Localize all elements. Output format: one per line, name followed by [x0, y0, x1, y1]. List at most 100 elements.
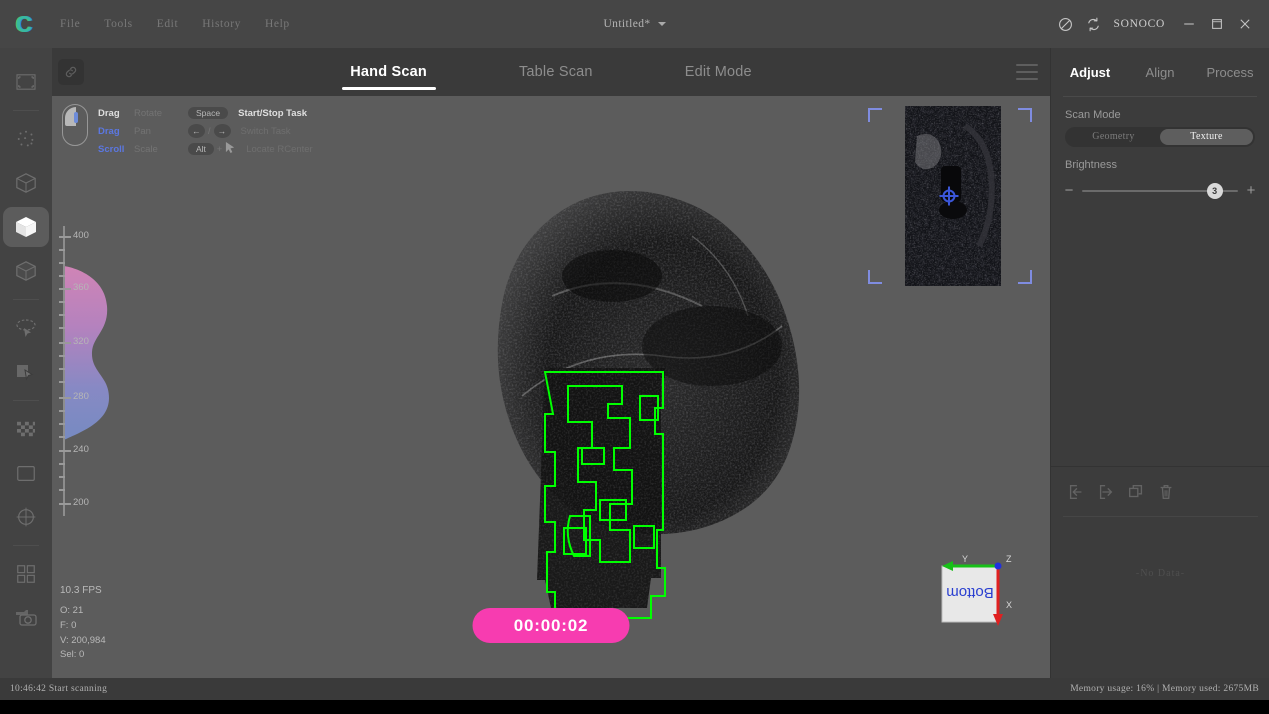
viewport-3d[interactable]: Drag Rotate Space Start/Stop Task Drag P…	[52, 96, 1050, 678]
histogram-label: 400	[73, 230, 89, 241]
histogram-major-tick	[59, 236, 71, 238]
scan-mode-texture[interactable]: Texture	[1160, 129, 1253, 145]
export-icon[interactable]	[1095, 481, 1117, 503]
tab-hand-scan[interactable]: Hand Scan	[304, 48, 473, 96]
scan-timer-button[interactable]: 00:00:02	[472, 608, 630, 643]
plane-select-icon[interactable]	[6, 352, 46, 392]
chevron-down-icon[interactable]	[657, 22, 666, 26]
empty-list-placeholder: -No Data-	[1135, 568, 1186, 579]
svg-text:Y: Y	[962, 554, 968, 564]
tab-align[interactable]: Align	[1125, 65, 1195, 80]
title-bar: C File Tools Edit History Help Untitled*	[0, 0, 1269, 48]
menu-item-file[interactable]: File	[48, 14, 92, 34]
brightness-slider-row: − 3 +	[1063, 183, 1257, 199]
left-toolbar	[0, 48, 52, 678]
solid-cube-icon[interactable]	[3, 207, 49, 247]
menu-bar: File Tools Edit History Help	[48, 14, 302, 34]
wireframe-cube-icon[interactable]	[6, 163, 46, 203]
histogram-minor-tick	[59, 301, 65, 303]
document-title[interactable]: Untitled*	[603, 18, 650, 30]
hamburger-icon[interactable]	[1016, 64, 1038, 80]
memory-status: Memory usage: 16% | Memory used: 2675MB	[1070, 684, 1259, 694]
depth-histogram: 400 360 320 280 240 200	[57, 226, 117, 516]
svg-text:Z: Z	[1006, 554, 1012, 564]
tab-table-scan[interactable]: Table Scan	[473, 48, 639, 96]
texture-camera-icon[interactable]	[6, 598, 46, 638]
histogram-minor-tick	[59, 249, 65, 251]
mouse-icon	[62, 104, 88, 146]
arrow-right-icon: →	[213, 124, 231, 138]
help-shortcut: Start/Stop Task	[238, 107, 308, 119]
histogram-minor-tick	[59, 314, 65, 316]
minimize-button[interactable]	[1175, 0, 1203, 48]
crop-frame-icon[interactable]	[6, 62, 46, 102]
app-window: C File Tools Edit History Help Untitled*	[0, 0, 1269, 714]
histogram-major-tick	[59, 397, 71, 399]
slider-thumb[interactable]: 3	[1206, 183, 1223, 199]
scan-mode-toggle[interactable]: Geometry Texture	[1065, 127, 1255, 147]
histogram-minor-tick	[59, 355, 65, 357]
help-action: Drag	[98, 107, 120, 119]
brightness-slider[interactable]: 3	[1082, 183, 1238, 199]
point-cloud-icon[interactable]	[6, 119, 46, 159]
key-plus: +	[216, 144, 223, 154]
bracket-bottom-right	[1018, 270, 1032, 284]
no-entry-icon[interactable]	[1052, 0, 1080, 48]
histogram-minor-tick	[59, 410, 65, 412]
stat-objects: O: 21	[60, 605, 84, 617]
right-panel: Adjust Align Process Scan Mode Geometry …	[1050, 48, 1269, 678]
delete-icon[interactable]	[1155, 481, 1177, 503]
menu-item-edit[interactable]: Edit	[145, 14, 191, 34]
duplicate-icon[interactable]	[1125, 481, 1147, 503]
grid-four-icon[interactable]	[6, 554, 46, 594]
scan-mode-label: Scan Mode	[1065, 109, 1121, 121]
lasso-select-icon[interactable]	[6, 308, 46, 348]
axis-gizmo[interactable]: Bottom Y X Z	[940, 544, 1032, 636]
bracket-top-left	[868, 108, 882, 122]
tab-adjust[interactable]: Adjust	[1055, 65, 1125, 80]
histogram-axis	[63, 226, 65, 516]
histogram-curve	[64, 266, 109, 440]
histogram-major-tick	[59, 450, 71, 452]
import-icon[interactable]	[1065, 481, 1087, 503]
brightness-decrease-button[interactable]: −	[1063, 183, 1075, 198]
histogram-label: 280	[73, 391, 89, 402]
brand-label: SONOCO	[1113, 18, 1165, 30]
histogram-label: 360	[73, 282, 89, 293]
target-circle-icon[interactable]	[6, 497, 46, 537]
menu-item-help[interactable]: Help	[253, 14, 302, 34]
stat-selected: Sel: 0	[60, 649, 85, 661]
stats-overlay: 10.3 FPS O: 21 F: 0 V: 200,984 Sel: 0	[60, 583, 106, 663]
histogram-minor-tick	[59, 327, 65, 329]
shaded-cube-icon[interactable]	[6, 251, 46, 291]
sync-icon[interactable]	[1080, 0, 1108, 48]
help-row: Drag Pan ← / → Switch Task	[98, 124, 313, 138]
histogram-label: 320	[73, 336, 89, 347]
menu-item-tools[interactable]: Tools	[92, 14, 144, 34]
close-button[interactable]	[1231, 0, 1259, 48]
histogram-major-tick	[59, 503, 71, 505]
help-shortcut: Switch Task	[240, 125, 291, 137]
scan-mode-geometry[interactable]: Geometry	[1067, 129, 1160, 145]
histogram-major-tick	[59, 288, 71, 290]
brightness-increase-button[interactable]: +	[1245, 183, 1257, 198]
cursor-pointer-icon	[225, 141, 236, 157]
camera-preview[interactable]	[860, 106, 1038, 286]
help-action: Scroll	[98, 143, 125, 155]
tab-edit-mode[interactable]: Edit Mode	[639, 48, 798, 96]
right-panel-tabs: Adjust Align Process	[1051, 48, 1269, 96]
bracket-bottom-left	[868, 270, 882, 284]
checkerboard-icon[interactable]	[6, 409, 46, 449]
arrow-left-icon: ←	[188, 124, 205, 138]
window-controls: SONOCO	[1052, 0, 1260, 48]
square-icon[interactable]	[6, 453, 46, 493]
histogram-minor-tick	[59, 423, 65, 425]
tab-bar: Hand Scan Table Scan Edit Mode	[52, 48, 1050, 96]
key-alt: Alt	[188, 143, 214, 155]
tab-process[interactable]: Process	[1195, 65, 1265, 80]
menu-item-history[interactable]: History	[190, 14, 253, 34]
toolbar-divider	[13, 299, 39, 300]
stat-vertices: V: 200,984	[60, 634, 106, 646]
maximize-button[interactable]	[1203, 0, 1231, 48]
help-row: Scroll Scale Alt + Locate RCenter	[98, 142, 313, 156]
